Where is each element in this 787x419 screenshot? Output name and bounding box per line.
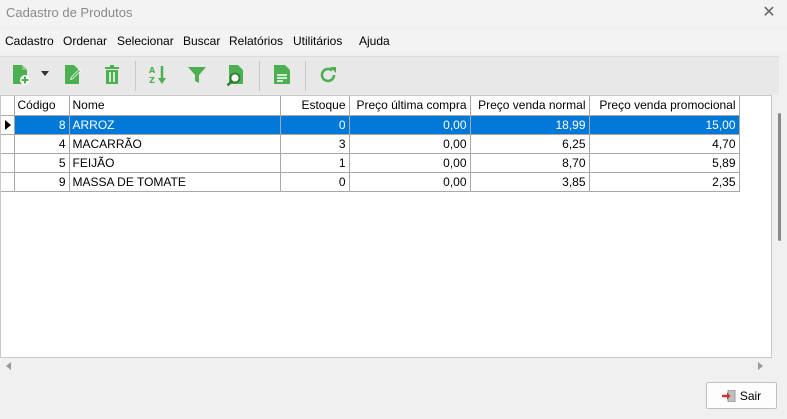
menu-relatorios[interactable]: Relatórios [229, 34, 283, 48]
edit-icon[interactable] [61, 63, 85, 87]
search-file-icon[interactable] [223, 63, 247, 87]
cell-codigo[interactable]: 9 [14, 172, 70, 192]
vertical-scrollbar[interactable] [772, 95, 787, 358]
cell-preco-venda-normal[interactable]: 8,70 [470, 153, 590, 173]
toolbar-separator [259, 61, 260, 91]
cell-nome[interactable]: MACARRÃO [69, 134, 281, 154]
column-header-estoque[interactable]: Estoque [280, 96, 350, 116]
sort-az-icon[interactable]: AZ [146, 63, 170, 87]
report-icon[interactable] [270, 63, 294, 87]
products-grid[interactable]: Código Nome Estoque Preço última compra … [0, 95, 772, 358]
table-row[interactable]: 5 FEIJÃO 1 0,00 8,70 5,89 [1, 153, 740, 173]
cell-preco-venda-normal[interactable]: 6,25 [470, 134, 590, 154]
toolbar-separator [305, 61, 306, 91]
delete-icon[interactable] [100, 63, 124, 87]
row-indicator [1, 153, 15, 173]
cell-estoque[interactable]: 0 [280, 172, 350, 192]
cell-preco-ultima-compra[interactable]: 0,00 [349, 134, 471, 154]
table-row[interactable]: 9 MASSA DE TOMATE 0 0,00 3,85 2,35 [1, 172, 740, 192]
close-icon[interactable]: ✕ [751, 0, 787, 24]
column-header-nome[interactable]: Nome [69, 96, 281, 116]
cell-estoque[interactable]: 3 [280, 134, 350, 154]
column-header-preco-venda-promocional[interactable]: Preço venda promocional [589, 96, 740, 116]
scroll-right-icon[interactable] [758, 362, 763, 370]
column-header-preco-venda-normal[interactable]: Preço venda normal [470, 96, 590, 116]
cell-preco-venda-promocional[interactable]: 4,70 [589, 134, 740, 154]
menu-ajuda[interactable]: Ajuda [359, 34, 390, 48]
cell-nome[interactable]: ARROZ [69, 115, 281, 135]
toolbar: AZ [0, 56, 779, 96]
horizontal-scrollbar[interactable] [0, 358, 772, 374]
scroll-left-icon[interactable] [6, 362, 11, 370]
cell-preco-ultima-compra[interactable]: 0,00 [349, 115, 471, 135]
cell-preco-ultima-compra[interactable]: 0,00 [349, 172, 471, 192]
toolbar-separator [135, 61, 136, 91]
column-header-preco-ultima-compra[interactable]: Preço última compra [349, 96, 471, 116]
row-indicator [1, 115, 15, 135]
cell-preco-venda-normal[interactable]: 18,99 [470, 115, 590, 135]
svg-text:Z: Z [149, 76, 155, 85]
cell-estoque[interactable]: 0 [280, 115, 350, 135]
refresh-icon[interactable] [316, 63, 340, 87]
menu-selecionar[interactable]: Selecionar [117, 34, 174, 48]
cell-codigo[interactable]: 8 [14, 115, 70, 135]
menu-buscar[interactable]: Buscar [183, 34, 220, 48]
cell-codigo[interactable]: 5 [14, 153, 70, 173]
table-row[interactable]: 8 ARROZ 0 0,00 18,99 15,00 [1, 115, 740, 135]
cell-codigo[interactable]: 4 [14, 134, 70, 154]
cell-estoque[interactable]: 1 [280, 153, 350, 173]
current-row-arrow-icon [5, 119, 11, 130]
menu-utilitarios[interactable]: Utilitários [293, 34, 342, 48]
vertical-scroll-thumb[interactable] [778, 113, 781, 241]
cell-preco-venda-normal[interactable]: 3,85 [470, 172, 590, 192]
svg-text:A: A [149, 66, 156, 75]
menu-cadastro[interactable]: Cadastro [5, 34, 54, 48]
cell-preco-venda-promocional[interactable]: 15,00 [589, 115, 740, 135]
window-title: Cadastro de Produtos [6, 5, 133, 20]
products-table: Código Nome Estoque Preço última compra … [1, 96, 740, 192]
cell-nome[interactable]: MASSA DE TOMATE [69, 172, 281, 192]
column-header-codigo[interactable]: Código [14, 96, 70, 116]
menu-ordenar[interactable]: Ordenar [63, 34, 107, 48]
row-indicator [1, 134, 15, 154]
table-header-row: Código Nome Estoque Preço última compra … [1, 96, 740, 116]
row-indicator-header [1, 96, 15, 116]
new-file-icon[interactable] [9, 63, 33, 87]
cell-preco-venda-promocional[interactable]: 2,35 [589, 172, 740, 192]
cell-preco-ultima-compra[interactable]: 0,00 [349, 153, 471, 173]
table-row[interactable]: 4 MACARRÃO 3 0,00 6,25 4,70 [1, 134, 740, 154]
title-bar: Cadastro de Produtos ✕ [0, 0, 787, 26]
exit-button[interactable]: Sair [706, 382, 777, 409]
row-indicator [1, 172, 15, 192]
exit-button-label: Sair [739, 388, 762, 403]
exit-door-icon [721, 389, 736, 402]
filter-icon[interactable] [185, 63, 209, 87]
cell-nome[interactable]: FEIJÃO [69, 153, 281, 173]
menu-bar: Cadastro Ordenar Selecionar Buscar Relat… [0, 30, 787, 52]
cell-preco-venda-promocional[interactable]: 5,89 [589, 153, 740, 173]
dropdown-icon[interactable] [41, 71, 49, 76]
